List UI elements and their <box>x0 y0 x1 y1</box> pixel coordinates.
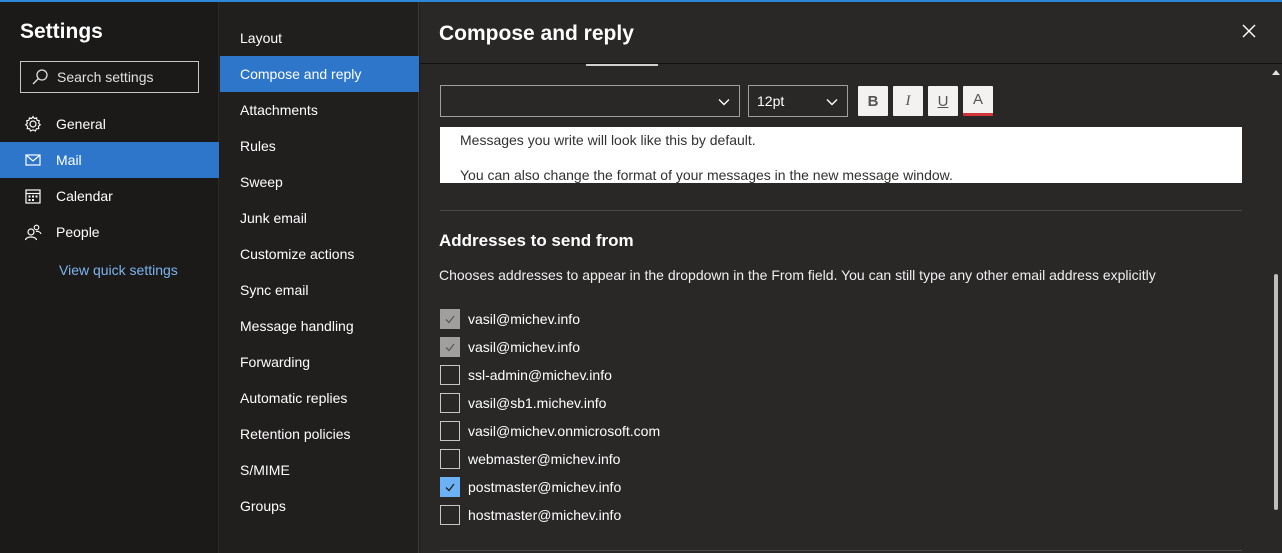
bold-button[interactable]: B <box>858 86 888 116</box>
nav-item-calendar[interactable]: Calendar <box>0 178 219 214</box>
font-size-value: 12pt <box>757 93 785 109</box>
tab-indicator <box>586 64 658 66</box>
chevron-down-icon <box>718 99 730 106</box>
address-checkbox-row[interactable]: webmaster@michev.info <box>440 448 620 470</box>
settings-title: Settings <box>20 20 103 43</box>
address-checkbox-row[interactable]: vasil@michev.info <box>440 336 580 358</box>
subnav-item-automatic-replies[interactable]: Automatic replies <box>220 380 419 416</box>
checkbox[interactable] <box>440 505 460 525</box>
checkmark-icon <box>445 483 455 492</box>
section-divider <box>440 210 1242 211</box>
nav-item-label: General <box>56 116 106 132</box>
subnav-item-compose-and-reply[interactable]: Compose and reply <box>220 56 419 92</box>
address-label: postmaster@michev.info <box>468 479 622 495</box>
checkbox[interactable] <box>440 365 460 385</box>
subnav-item-customize-actions[interactable]: Customize actions <box>220 236 419 272</box>
subnav-item-forwarding[interactable]: Forwarding <box>220 344 419 380</box>
close-button[interactable] <box>1240 22 1258 40</box>
calendar-icon <box>24 187 42 205</box>
checkmark-icon <box>445 315 455 324</box>
view-quick-settings-link[interactable]: View quick settings <box>59 262 178 278</box>
settings-dialog: Settings Search settings General Mail Ca… <box>0 0 1282 553</box>
search-settings-input[interactable]: Search settings <box>20 61 199 93</box>
section-divider <box>440 550 1242 551</box>
subnav-item-message-handling[interactable]: Message handling <box>220 308 419 344</box>
subnav-item-attachments[interactable]: Attachments <box>220 92 419 128</box>
address-label: ssl-admin@michev.info <box>468 367 612 383</box>
checkbox[interactable] <box>440 421 460 441</box>
address-checkbox-row[interactable]: vasil@michev.onmicrosoft.com <box>440 420 660 442</box>
subnav-item-groups[interactable]: Groups <box>220 488 419 524</box>
italic-button[interactable]: I <box>893 86 923 116</box>
close-icon <box>1242 24 1256 38</box>
nav-item-people[interactable]: People <box>0 214 219 250</box>
scroll-up-arrow-icon[interactable] <box>1272 68 1280 76</box>
subnav-item-sync-email[interactable]: Sync email <box>220 272 419 308</box>
nav-item-mail[interactable]: Mail <box>0 142 219 178</box>
font-family-dropdown[interactable] <box>440 85 740 117</box>
pane-header: Compose and reply <box>420 2 1282 64</box>
gear-icon <box>24 115 42 133</box>
checkbox[interactable] <box>440 309 460 329</box>
address-label: vasil@michev.onmicrosoft.com <box>468 423 661 439</box>
address-checkbox-row[interactable]: postmaster@michev.info <box>440 476 621 498</box>
subnav-item-junk-email[interactable]: Junk email <box>220 200 419 236</box>
subnav-item-layout[interactable]: Layout <box>220 20 419 56</box>
address-label: hostmaster@michev.info <box>468 507 622 523</box>
preview-line-1: Messages you write will look like this b… <box>460 132 756 148</box>
address-label: vasil@michev.info <box>468 311 580 327</box>
address-checkbox-row[interactable]: ssl-admin@michev.info <box>440 364 612 386</box>
address-checkbox-row[interactable]: vasil@sb1.michev.info <box>440 392 606 414</box>
address-checkbox-row[interactable]: vasil@michev.info <box>440 308 580 330</box>
search-placeholder: Search settings <box>57 69 154 85</box>
format-preview-box: Messages you write will look like this b… <box>440 127 1242 183</box>
search-icon <box>31 68 49 86</box>
subnav-item-sweep[interactable]: Sweep <box>220 164 419 200</box>
font-size-dropdown[interactable]: 12pt <box>748 85 848 117</box>
font-color-button[interactable]: A <box>963 86 993 116</box>
mail-subnav-pane: Layout Compose and reply Attachments Rul… <box>220 2 419 553</box>
compose-and-reply-pane: Compose and reply 12pt B I U A Messages … <box>420 2 1282 553</box>
chevron-down-icon <box>826 99 838 106</box>
checkbox[interactable] <box>440 393 460 413</box>
nav-item-label: Calendar <box>56 188 113 204</box>
address-label: vasil@sb1.michev.info <box>468 395 607 411</box>
checkbox[interactable] <box>440 477 460 497</box>
nav-item-label: Mail <box>56 152 82 168</box>
subnav-item-rules[interactable]: Rules <box>220 128 419 164</box>
settings-nav-pane: Settings Search settings General Mail Ca… <box>0 2 219 553</box>
scrollbar-thumb[interactable] <box>1274 274 1278 510</box>
preview-line-2: You can also change the format of your m… <box>460 167 953 183</box>
underline-button[interactable]: U <box>928 86 958 116</box>
page-title: Compose and reply <box>439 22 634 45</box>
subnav-item-smime[interactable]: S/MIME <box>220 452 419 488</box>
address-label: webmaster@michev.info <box>468 451 621 467</box>
nav-item-label: People <box>56 224 100 240</box>
people-icon <box>24 223 42 241</box>
mail-icon <box>24 151 42 169</box>
nav-item-general[interactable]: General <box>0 106 219 142</box>
section-title: Addresses to send from <box>439 231 634 250</box>
checkbox[interactable] <box>440 337 460 357</box>
subnav-item-retention-policies[interactable]: Retention policies <box>220 416 419 452</box>
address-checkbox-row[interactable]: hostmaster@michev.info <box>440 504 621 526</box>
checkmark-icon <box>445 343 455 352</box>
address-label: vasil@michev.info <box>468 339 580 355</box>
section-description: Chooses addresses to appear in the dropd… <box>439 267 1156 283</box>
checkbox[interactable] <box>440 449 460 469</box>
